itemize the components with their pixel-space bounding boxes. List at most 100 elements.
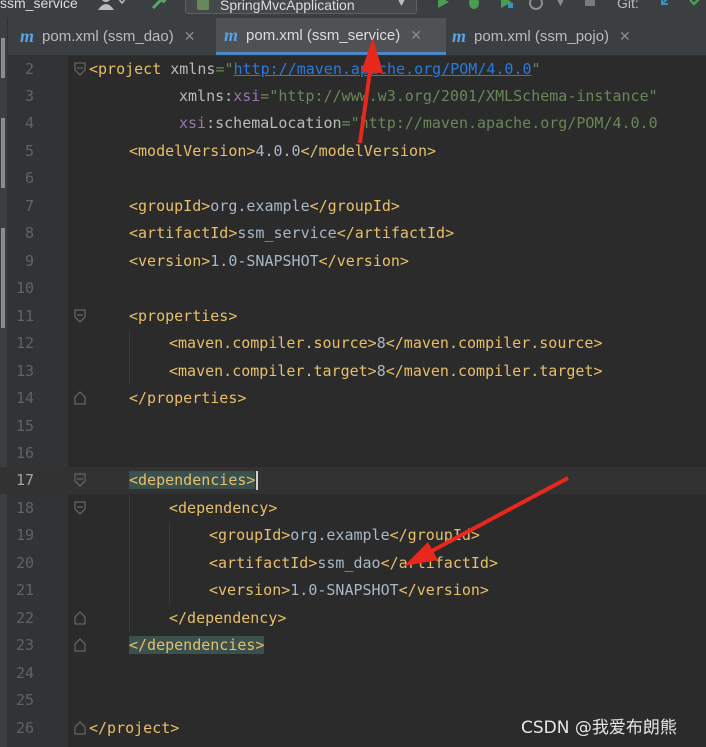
project-name[interactable]: ssm_service <box>0 0 78 11</box>
tab-label: pom.xml (ssm_service) <box>246 26 401 44</box>
git-label: Git: <box>617 0 639 11</box>
fold-marker-icon[interactable] <box>74 638 86 652</box>
run-configuration-dropdown[interactable]: SpringMvcApplication ▼ <box>185 0 417 14</box>
fold-marker-icon[interactable] <box>74 62 86 76</box>
code-line-3[interactable]: 3 xmlns:xsi="http://www.w3.org/2001/XMLS… <box>0 83 706 110</box>
line-number: 21 <box>15 581 34 599</box>
code-line-21[interactable]: 21 <version>1.0-SNAPSHOT</version> <box>0 577 706 604</box>
code-line-10[interactable]: 10 <box>0 275 706 302</box>
line-number: 2 <box>24 60 34 78</box>
code-text: </project> <box>89 719 180 737</box>
code-text: </properties> <box>129 389 247 407</box>
fold-marker-icon[interactable] <box>74 309 86 323</box>
line-number: 12 <box>15 334 34 352</box>
tab-pom-ssm-dao[interactable]: m pom.xml (ssm_dao) ✕ <box>20 18 220 55</box>
line-number: 13 <box>15 362 34 380</box>
code-line-12[interactable]: 12 <maven.compiler.source>8</maven.compi… <box>0 330 706 357</box>
line-number: 8 <box>24 224 34 242</box>
line-number: 5 <box>24 142 34 160</box>
close-icon[interactable]: ✕ <box>619 28 631 45</box>
line-number: 11 <box>15 307 34 325</box>
maven-file-icon: m <box>452 26 467 46</box>
line-number: 16 <box>15 444 34 462</box>
code-text: <modelVersion>4.0.0</modelVersion> <box>129 142 437 160</box>
line-number: 9 <box>24 252 34 270</box>
tab-pom-ssm-pojo[interactable]: m pom.xml (ssm_pojo) ✕ <box>452 18 672 55</box>
code-line-22[interactable]: 22 </dependency> <box>0 605 706 632</box>
indent-guide <box>129 330 130 385</box>
code-text: <properties> <box>129 307 238 325</box>
code-text: <artifactId>ssm_service</artifactId> <box>129 224 455 242</box>
line-number: 7 <box>24 197 34 215</box>
main-toolbar: ssm_service SpringMvcApplication ▼ ▼ Git… <box>0 0 706 18</box>
code-text: </dependencies> <box>129 636 265 654</box>
code-text: <maven.compiler.target>8</maven.compiler… <box>169 362 603 380</box>
code-line-19[interactable]: 19 <groupId>org.example</groupId> <box>0 522 706 549</box>
text-caret <box>256 471 259 490</box>
line-number: 20 <box>15 554 34 572</box>
code-line-18[interactable]: 18 <dependency> <box>0 495 706 522</box>
code-text: </dependency> <box>169 609 287 627</box>
namespace-link[interactable]: http://maven.apache.org/POM/4.0.0 <box>234 60 532 78</box>
close-icon[interactable]: ✕ <box>410 27 422 44</box>
code-line-11[interactable]: 11 <properties> <box>0 303 706 330</box>
editor-tab-bar: m pom.xml (ssm_dao) ✕ m pom.xml (ssm_ser… <box>8 18 706 56</box>
code-text: <version>1.0-SNAPSHOT</version> <box>209 581 489 599</box>
line-number: 14 <box>15 389 34 407</box>
line-number: 26 <box>15 719 34 737</box>
code-line-8[interactable]: 8 <artifactId>ssm_service</artifactId> <box>0 220 706 247</box>
code-text: <maven.compiler.source>8</maven.compiler… <box>169 334 603 352</box>
code-text: xsi:schemaLocation="http://maven.apache.… <box>179 114 658 132</box>
maven-file-icon: m <box>224 24 239 45</box>
tab-label: pom.xml (ssm_dao) <box>42 28 174 45</box>
build-hammer-icon[interactable] <box>150 0 168 11</box>
run-icon[interactable] <box>435 0 451 10</box>
code-line-23[interactable]: 23 </dependencies> <box>0 632 706 659</box>
line-number: 24 <box>15 664 34 682</box>
line-number: 23 <box>15 636 34 654</box>
code-text: <project xmlns="http://maven.apache.org/… <box>89 60 541 78</box>
code-line-20[interactable]: 20 <artifactId>ssm_dao</artifactId> <box>0 550 706 577</box>
line-number: 6 <box>24 169 34 187</box>
debug-icon[interactable] <box>466 0 482 10</box>
code-text: <dependencies> <box>129 467 259 494</box>
close-icon[interactable]: ✕ <box>184 28 196 45</box>
spring-app-icon <box>197 0 209 10</box>
fold-marker-icon[interactable] <box>74 391 86 405</box>
run-config-label: SpringMvcApplication <box>220 0 355 13</box>
code-line-16[interactable]: 16 <box>0 440 706 467</box>
code-text: <artifactId>ssm_dao</artifactId> <box>209 554 498 572</box>
line-number: 15 <box>15 417 34 435</box>
fold-marker-icon[interactable] <box>74 721 86 735</box>
maven-file-icon: m <box>20 26 35 46</box>
fold-marker-icon[interactable] <box>74 611 86 625</box>
stop-icon[interactable] <box>582 0 598 10</box>
code-text: <groupId>org.example</groupId> <box>209 526 480 544</box>
fold-marker-icon[interactable] <box>74 501 86 515</box>
indent-guide <box>129 495 130 632</box>
git-commit-icon[interactable] <box>688 0 704 10</box>
user-icon[interactable] <box>97 0 127 12</box>
line-number: 19 <box>15 526 34 544</box>
code-line-7[interactable]: 7 <groupId>org.example</groupId> <box>0 193 706 220</box>
fold-marker-icon[interactable] <box>74 473 86 487</box>
code-line-5[interactable]: 5 <modelVersion>4.0.0</modelVersion> <box>0 138 706 165</box>
code-line-6[interactable]: 6 <box>0 165 706 192</box>
code-line-2[interactable]: 2 <project xmlns="http://maven.apache.or… <box>0 56 706 83</box>
profile-icon[interactable] <box>528 0 544 10</box>
tab-pom-ssm-service[interactable]: m pom.xml (ssm_service) ✕ <box>216 18 446 55</box>
line-number: 22 <box>15 609 34 627</box>
code-line-4[interactable]: 4 xsi:schemaLocation="http://maven.apach… <box>0 110 706 137</box>
code-line-9[interactable]: 9 <version>1.0-SNAPSHOT</version> <box>0 248 706 275</box>
coverage-icon[interactable] <box>498 0 514 10</box>
code-line-24[interactable]: 24 <box>0 660 706 687</box>
git-update-icon[interactable] <box>658 0 674 10</box>
more-runs-chevron-icon[interactable]: ▼ <box>555 0 571 13</box>
code-line-17-current[interactable]: 17 <dependencies> <box>0 467 706 494</box>
line-number: 18 <box>15 499 34 517</box>
code-line-15[interactable]: 15 <box>0 413 706 440</box>
code-line-14[interactable]: 14 </properties> <box>0 385 706 412</box>
line-number: 3 <box>24 87 34 105</box>
code-line-13[interactable]: 13 <maven.compiler.target>8</maven.compi… <box>0 358 706 385</box>
code-line-25[interactable]: 25 <box>0 687 706 714</box>
